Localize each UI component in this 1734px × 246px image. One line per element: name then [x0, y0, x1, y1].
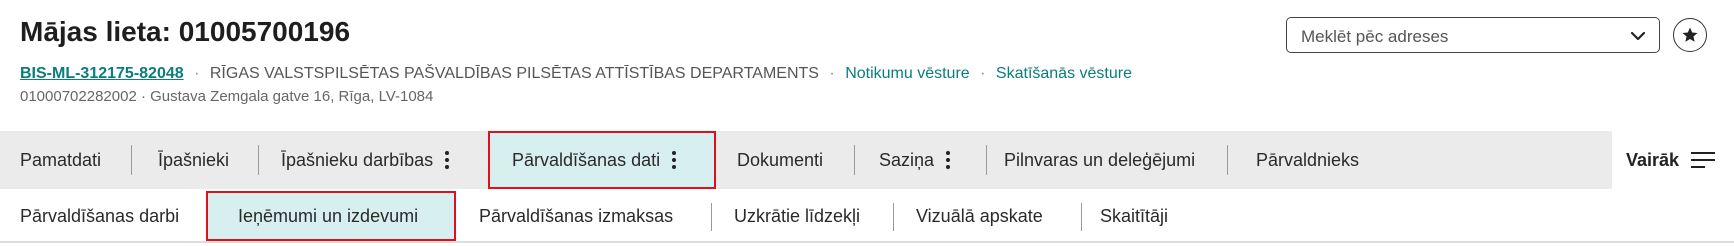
page-title: Mājas lieta: 01005700196 [20, 16, 351, 47]
address-search-select[interactable]: Meklēt pēc adreses [1286, 17, 1660, 53]
favorite-button[interactable] [1673, 18, 1707, 52]
subtab-label: Ieņēmumi un izdevumi [238, 205, 419, 226]
events-history-link[interactable]: Notikumu vēsture [845, 65, 970, 82]
subtab-label: Vizuālā apskate [916, 205, 1043, 226]
department-name: RĪGAS VALSTSPILSĒTAS PAŠVALDĪBAS PILSĒTA… [209, 65, 819, 82]
star-icon [1682, 27, 1698, 42]
separator-dot: · [980, 65, 986, 82]
tab-label: Saziņa [879, 149, 935, 170]
separator-dot: · [194, 65, 200, 82]
tab-parvaldnieks[interactable]: Pārvaldnieks [1228, 131, 1388, 189]
tab-dokumenti[interactable]: Dokumenti [716, 131, 854, 189]
subtab-label: Pārvaldīšanas izmaksas [479, 205, 674, 226]
tab-label: Pamatdati [20, 149, 102, 170]
tab-ipasnieku-darbibas[interactable]: Īpašnieku darbības [259, 131, 487, 189]
subtab-label: Pārvaldīšanas darbi [20, 205, 180, 226]
address-line: 01000702282002 · Gustava Zemgala gatve 1… [20, 88, 434, 105]
subtab-parvaldisanas-darbi[interactable]: Pārvaldīšanas darbi [0, 191, 206, 241]
subtab-skaititaji[interactable]: Skaitītāji [1082, 191, 1212, 241]
main-tab-bar: Pamatdati Īpašnieki Īpašnieku darbības P… [0, 131, 1734, 189]
subtab-parvaldisanas-izmaksas[interactable]: Pārvaldīšanas izmaksas [457, 191, 711, 241]
tab-pamatdati[interactable]: Pamatdati [0, 131, 120, 189]
subtab-vizuala-apskate[interactable]: Vizuālā apskate [894, 191, 1081, 241]
sub-tab-bar: Pārvaldīšanas darbi Ieņēmumi un izdevumi… [0, 191, 1734, 243]
separator-dot: · [829, 65, 835, 82]
more-tabs-button[interactable]: Vairāk [1612, 131, 1734, 189]
tab-label: Pārvaldīšanas dati [512, 149, 661, 170]
tab-label: Īpašnieki [158, 149, 230, 170]
subtab-label: Skaitītāji [1100, 205, 1169, 226]
case-meta-line: BIS-ML-312175-82048 · RĪGAS VALSTSPILSĒT… [20, 65, 1132, 83]
more-label: Vairāk [1626, 149, 1680, 170]
view-history-link[interactable]: Skatīšanās vēsture [996, 65, 1132, 82]
search-placeholder: Meklēt pēc adreses [1301, 27, 1449, 46]
tab-label: Dokumenti [737, 149, 824, 170]
tab-sazina[interactable]: Saziņa [855, 131, 986, 189]
more-vertical-icon[interactable] [946, 150, 951, 170]
tab-label: Īpašnieku darbības [281, 149, 434, 170]
case-code-link[interactable]: BIS-ML-312175-82048 [20, 65, 184, 82]
more-vertical-icon[interactable] [445, 150, 450, 170]
tab-label: Pilnvaras un deleģējumi [1004, 149, 1196, 170]
tab-label: Pārvaldnieks [1256, 149, 1360, 170]
page-header: Mājas lieta: 01005700196 BIS-ML-312175-8… [0, 0, 1734, 130]
tab-pilnvaras[interactable]: Pilnvaras un deleģējumi [987, 131, 1227, 189]
tab-ipasnieki[interactable]: Īpašnieki [132, 131, 258, 189]
tab-parvaldisanas-dati[interactable]: Pārvaldīšanas dati [488, 131, 716, 189]
menu-lines-icon [1691, 152, 1716, 168]
subtab-ienemumi-un-izdevumi[interactable]: Ieņēmumi un izdevumi [206, 191, 456, 241]
subtab-label: Uzkrātie līdzekļi [734, 205, 861, 226]
chevron-down-icon [1630, 31, 1646, 41]
more-vertical-icon[interactable] [672, 150, 677, 170]
subtab-uzkratie-lidzekli[interactable]: Uzkrātie līdzekļi [712, 191, 893, 241]
